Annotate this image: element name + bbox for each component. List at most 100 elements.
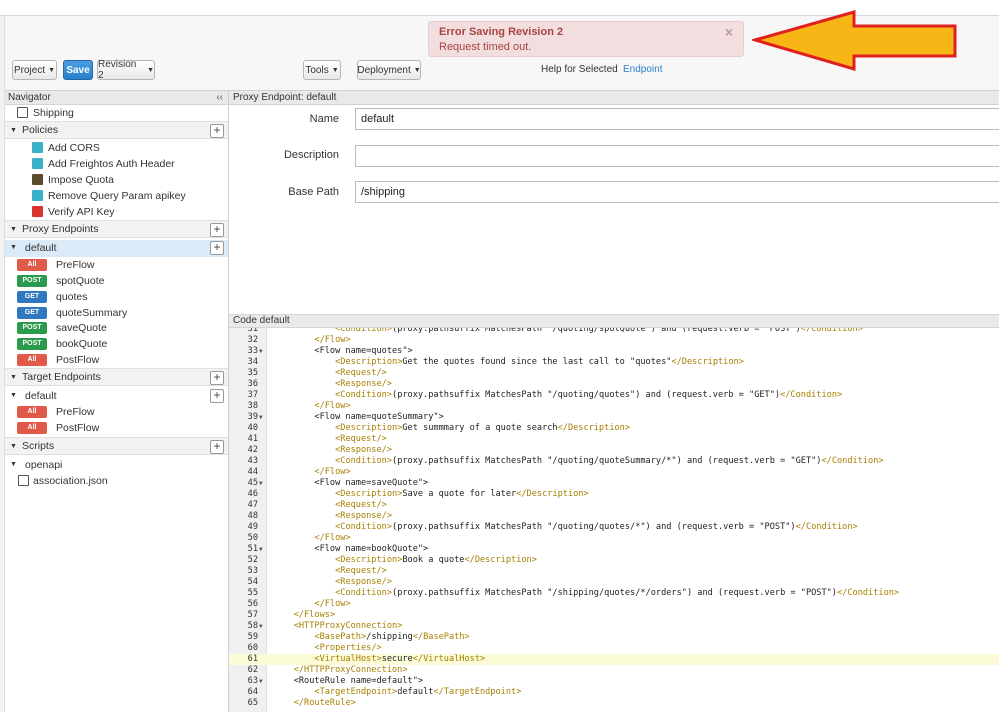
- code-line[interactable]: 56 </Flow>: [229, 599, 999, 610]
- line-number: 38: [247, 401, 258, 411]
- tools-menu-button[interactable]: Tools ▼: [303, 60, 341, 80]
- policy-item[interactable]: Remove Query Param apikey: [5, 188, 228, 204]
- section-label: Policies: [22, 124, 59, 136]
- section-target-endpoints[interactable]: ▼ Target Endpoints +: [5, 368, 228, 386]
- code-line[interactable]: 37 <Condition>(proxy.pathsuffix MatchesP…: [229, 390, 999, 401]
- section-scripts[interactable]: ▼ Scripts +: [5, 437, 228, 455]
- code-line[interactable]: 51 ▼ <Flow name=bookQuote">: [229, 544, 999, 555]
- code-line[interactable]: 59 <BasePath>/shipping</BasePath>: [229, 632, 999, 643]
- add-flow-button[interactable]: +: [210, 389, 224, 403]
- code-line[interactable]: 31 <Condition>(proxy.pathsuffix MatchesP…: [229, 328, 999, 335]
- code-line[interactable]: 44 </Flow>: [229, 467, 999, 478]
- collapse-icon[interactable]: ‹‹: [216, 91, 223, 104]
- close-icon[interactable]: ×: [725, 24, 733, 40]
- flow-item[interactable]: All PreFlow: [5, 257, 228, 273]
- add-script-button[interactable]: +: [210, 440, 224, 454]
- policy-label: Add Freightos Auth Header: [48, 158, 175, 170]
- arrow-shape: [752, 10, 957, 72]
- endpoint-label: default: [25, 390, 57, 402]
- flow-item[interactable]: GET quotes: [5, 289, 228, 305]
- code-line[interactable]: 40 <Description>Get summmary of a quote …: [229, 423, 999, 434]
- proxy-endpoint-default[interactable]: ▼ default +: [5, 240, 228, 257]
- line-number: 55: [247, 588, 258, 598]
- add-flow-button[interactable]: +: [210, 241, 224, 255]
- target-endpoint-default[interactable]: ▼ default +: [5, 388, 228, 404]
- save-button[interactable]: Save: [63, 60, 93, 80]
- quota-icon: [32, 174, 43, 185]
- deployment-menu-button[interactable]: Deployment ▼: [357, 60, 421, 80]
- fold-toggle-icon[interactable]: ▼: [259, 621, 263, 632]
- section-policies[interactable]: ▼ Policies +: [5, 121, 228, 139]
- code-line[interactable]: 49 <Condition>(proxy.pathsuffix MatchesP…: [229, 522, 999, 533]
- code-text: <RouteRule name=default">: [273, 676, 424, 686]
- code-line[interactable]: 50 </Flow>: [229, 533, 999, 544]
- help-endpoint-link[interactable]: Endpoint: [623, 64, 662, 75]
- code-line[interactable]: 38 </Flow>: [229, 401, 999, 412]
- code-line[interactable]: 53 <Request/>: [229, 566, 999, 577]
- tools-button-label: Tools: [305, 64, 329, 76]
- code-line[interactable]: 33 ▼ <Flow name=quotes">: [229, 346, 999, 357]
- flow-item[interactable]: POST bookQuote: [5, 336, 228, 352]
- project-menu-button[interactable]: Project ▼: [12, 60, 57, 80]
- add-policy-button[interactable]: +: [210, 124, 224, 138]
- code-text: <Condition>(proxy.pathsuffix MatchesPath…: [335, 588, 900, 598]
- code-line[interactable]: 34 <Description>Get the quotes found sin…: [229, 357, 999, 368]
- code-line[interactable]: 52 <Description>Book a quote</Descriptio…: [229, 555, 999, 566]
- proxy-endpoint-header: Proxy Endpoint: default: [229, 91, 999, 105]
- flow-item[interactable]: POST saveQuote: [5, 320, 228, 336]
- code-line[interactable]: 36 <Response/>: [229, 379, 999, 390]
- code-text: </Flow>: [314, 401, 351, 411]
- code-line[interactable]: 46 <Description>Save a quote for later</…: [229, 489, 999, 500]
- code-line[interactable]: 35 <Request/>: [229, 368, 999, 379]
- code-line[interactable]: 65 </RouteRule>: [229, 698, 999, 709]
- flow-item[interactable]: All PostFlow: [5, 352, 228, 368]
- flow-item[interactable]: All PreFlow: [5, 404, 228, 420]
- fold-toggle-icon[interactable]: ▼: [259, 478, 263, 489]
- section-proxy-endpoints[interactable]: ▼ Proxy Endpoints +: [5, 220, 228, 238]
- fold-toggle-icon[interactable]: ▼: [259, 676, 263, 687]
- section-label: Target Endpoints: [22, 371, 101, 383]
- fold-toggle-icon[interactable]: ▼: [259, 544, 263, 555]
- code-line[interactable]: 64 <TargetEndpoint>default</TargetEndpoi…: [229, 687, 999, 698]
- revision-menu-button[interactable]: Revision 2 ▼: [97, 59, 155, 81]
- code-line[interactable]: 60 <Properties/>: [229, 643, 999, 654]
- code-line[interactable]: 57 </Flows>: [229, 610, 999, 621]
- verb-badge: GET: [17, 307, 47, 319]
- code-line[interactable]: 58 ▼ <HTTPProxyConnection>: [229, 621, 999, 632]
- flow-item[interactable]: POST spotQuote: [5, 273, 228, 289]
- code-line[interactable]: 32 </Flow>: [229, 335, 999, 346]
- add-proxy-endpoint-button[interactable]: +: [210, 223, 224, 237]
- code-text: </HTTPProxyConnection>: [293, 665, 408, 675]
- flow-label: bookQuote: [56, 338, 108, 350]
- code-text: </Flow>: [314, 335, 351, 345]
- code-line[interactable]: 47 <Request/>: [229, 500, 999, 511]
- code-line[interactable]: 39 ▼ <Flow name=quoteSummary">: [229, 412, 999, 423]
- fold-toggle-icon[interactable]: ▼: [259, 346, 263, 357]
- flow-item[interactable]: All PostFlow: [5, 420, 228, 436]
- nav-item-shipping[interactable]: Shipping: [5, 105, 228, 121]
- code-editor[interactable]: 31 <Condition>(proxy.pathsuffix MatchesP…: [229, 328, 999, 712]
- fold-toggle-icon[interactable]: ▼: [259, 412, 263, 423]
- code-line[interactable]: 42 <Response/>: [229, 445, 999, 456]
- scripts-folder-openapi[interactable]: ▼ openapi: [5, 457, 228, 473]
- code-line[interactable]: 48 <Response/>: [229, 511, 999, 522]
- code-line[interactable]: 55 <Condition>(proxy.pathsuffix MatchesP…: [229, 588, 999, 599]
- code-line[interactable]: 63 ▼ <RouteRule name=default">: [229, 676, 999, 687]
- code-line[interactable]: 54 <Response/>: [229, 577, 999, 588]
- policy-item[interactable]: Verify API Key: [5, 204, 228, 220]
- name-input[interactable]: [355, 108, 999, 130]
- code-line[interactable]: 62 </HTTPProxyConnection>: [229, 665, 999, 676]
- policy-item[interactable]: Add CORS: [5, 140, 228, 156]
- flow-item[interactable]: GET quoteSummary: [5, 305, 228, 321]
- policy-item[interactable]: Impose Quota: [5, 172, 228, 188]
- policy-item[interactable]: Add Freightos Auth Header: [5, 156, 228, 172]
- code-line[interactable]: 45 ▼ <Flow name=saveQuote">: [229, 478, 999, 489]
- base-path-input[interactable]: [355, 181, 999, 203]
- description-input[interactable]: [355, 145, 999, 167]
- add-target-endpoint-button[interactable]: +: [210, 371, 224, 385]
- code-line[interactable]: 43 <Condition>(proxy.pathsuffix MatchesP…: [229, 456, 999, 467]
- line-number: 50: [247, 533, 258, 543]
- code-line[interactable]: 61 <VirtualHost>secure</VirtualHost>: [229, 654, 999, 665]
- script-file-item[interactable]: association.json: [5, 473, 228, 489]
- code-line[interactable]: 41 <Request/>: [229, 434, 999, 445]
